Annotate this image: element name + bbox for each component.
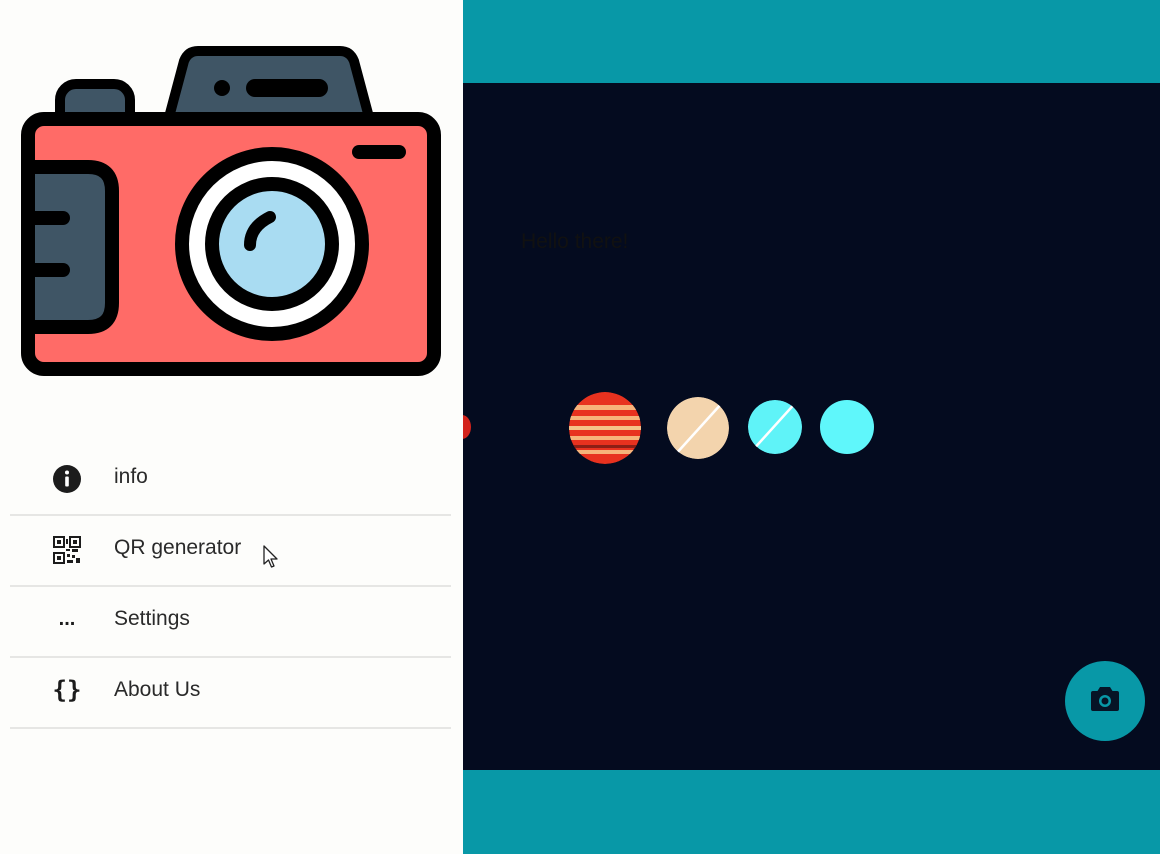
menu-item-about-us[interactable]: {} About Us (10, 658, 451, 729)
menu-item-settings[interactable]: ... Settings (10, 587, 451, 658)
mouse-cursor-icon (263, 545, 279, 574)
menu-item-label: About Us (114, 678, 201, 701)
camera-icon (1090, 686, 1120, 717)
app-top-bar (463, 0, 1160, 83)
menu-item-label: info (114, 465, 148, 488)
greeting-text: Hello there! (521, 230, 629, 253)
planet-cyan[interactable] (820, 400, 874, 454)
planet-beige[interactable] (667, 397, 729, 459)
menu-item-label: Settings (114, 607, 190, 630)
planet-cyan-ringed[interactable] (748, 400, 802, 454)
main-content: Hello there! (453, 83, 1160, 770)
info-icon (52, 464, 82, 494)
planet-striped[interactable] (569, 392, 641, 464)
app-bottom-bar (463, 770, 1160, 854)
ellipsis-icon: ... (58, 608, 76, 630)
camera-logo (18, 45, 442, 384)
qr-code-icon (52, 535, 82, 565)
menu-item-info[interactable]: info (10, 445, 451, 516)
menu-item-label: QR generator (114, 536, 242, 559)
navigation-drawer: info QR generator ... Settings {} About … (0, 0, 463, 854)
camera-fab-button[interactable] (1065, 661, 1145, 741)
drawer-menu: info QR generator ... Settings {} About … (10, 445, 451, 729)
code-braces-icon: {} (52, 676, 82, 704)
menu-item-qr-generator[interactable]: QR generator (10, 516, 451, 587)
